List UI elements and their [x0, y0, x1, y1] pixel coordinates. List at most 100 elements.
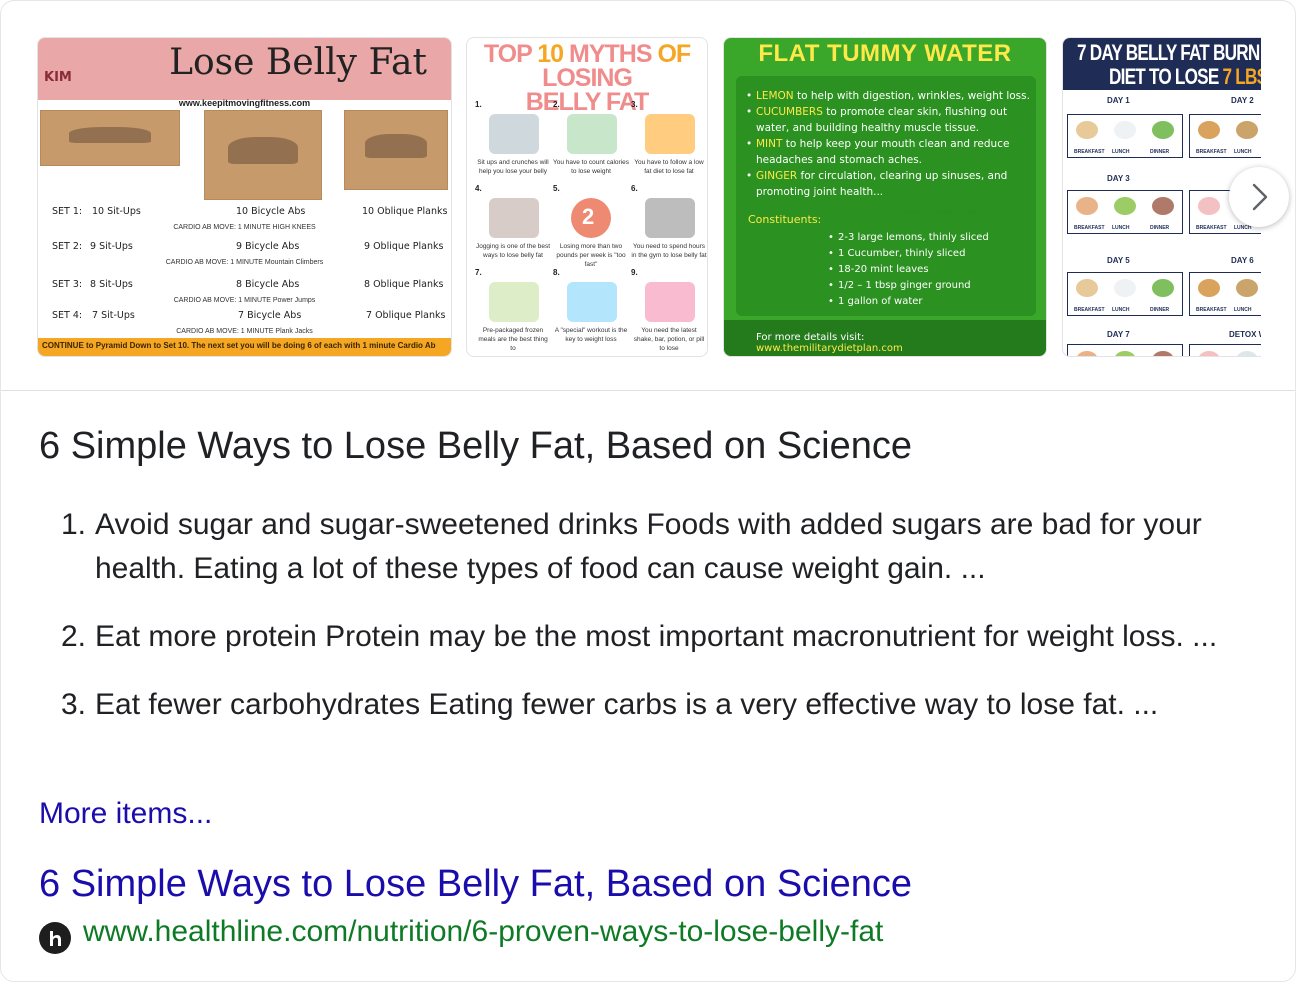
carousel-image-flat-tummy-water[interactable]: FLAT TUMMY WATER LEMON to help with dige…: [723, 37, 1047, 357]
food-icon: [1198, 279, 1220, 297]
meal-box: BREAKFASTLUNCHDINNER: [1067, 272, 1183, 316]
more-items-link[interactable]: More items...: [39, 797, 212, 831]
benefit-item: MINT to help keep your mouth clean and r…: [746, 136, 1036, 168]
myth-number: 8.: [553, 268, 560, 277]
meal-label: LUNCH: [1234, 149, 1252, 155]
cardio-move: CARDIO AB MOVE: 1 MINUTE Mountain Climbe…: [165, 259, 324, 266]
day-label: DAY 5: [1107, 256, 1130, 265]
kim-logo: KIM: [44, 70, 72, 85]
myth-caption: Pre-packaged frozen meals are the best t…: [478, 327, 548, 352]
food-icon: [1076, 279, 1098, 297]
myth-number: 2.: [553, 100, 560, 109]
meal-label: LUNCH: [1112, 149, 1130, 155]
meal-box: BREAKFASTLUNCHDINNER: [1067, 114, 1183, 158]
carousel-next-button[interactable]: [1229, 167, 1289, 227]
food-icon: [1152, 351, 1174, 356]
day-label: DAY 3: [1107, 174, 1130, 183]
myth-caption: Jogging is one of the best ways to lose …: [475, 243, 551, 259]
food-icon: [1152, 279, 1174, 297]
myth-caption: You have to count calories to lose weigh…: [553, 159, 630, 175]
meal-label: BREAKFAST: [1196, 149, 1227, 155]
myth-number: 6.: [631, 184, 638, 193]
bicycle-photo: [204, 110, 322, 200]
myth-picture: 2: [571, 198, 611, 238]
benefit-item: GINGER for circulation, clearing up sinu…: [746, 168, 1036, 200]
myth-caption: You need the latest shake, bar, potion, …: [633, 327, 705, 352]
situp-photo: [40, 110, 180, 166]
ingredient-item: 1/2 – 1 tbsp ginger ground: [828, 278, 989, 294]
food-icon: [1076, 197, 1098, 215]
healthline-favicon-icon: [39, 922, 71, 954]
meal-label: BREAKFAST: [1074, 149, 1105, 155]
more-details: For more details visit: www.themilitaryd…: [724, 320, 1046, 356]
myth-picture: [645, 282, 695, 322]
myth-picture: [567, 282, 617, 322]
meal-label: LUNCH: [1112, 225, 1130, 231]
myth-cell: 2. You have to count calories to lose wei…: [553, 100, 629, 196]
food-icon: [1198, 351, 1220, 356]
food-icon: [1236, 279, 1258, 297]
carousel-image-lose-belly-fat[interactable]: KIM Lose Belly Fat www.keepitmovingfitne…: [37, 37, 452, 357]
day-label: DAY 1: [1107, 96, 1130, 105]
meal-label: LUNCH: [1234, 225, 1252, 231]
cardio-move: CARDIO AB MOVE: 1 MINUTE Plank Jacks: [176, 328, 313, 335]
featured-snippet-card: KIM Lose Belly Fat www.keepitmovingfitne…: [0, 0, 1296, 982]
myth-number: 7.: [475, 268, 482, 277]
myth-picture: [567, 114, 617, 154]
food-icon: [1114, 197, 1136, 215]
myth-picture: [645, 198, 695, 238]
food-icon: [1076, 351, 1098, 356]
day-label: DETOX WATER: [1229, 330, 1261, 339]
image-title: 7 DAY BELLY FAT BURN: [1077, 40, 1260, 65]
day-label: DAY 2: [1231, 96, 1254, 105]
image-footer: CONTINUE to Pyramid Down to Set 10. The …: [38, 338, 451, 356]
myth-picture: [489, 114, 539, 154]
image-url-text: www.keepitmovingfitness.com: [178, 98, 311, 108]
myth-picture: [489, 282, 539, 322]
result-url[interactable]: www.healthline.com/nutrition/6-proven-wa…: [83, 915, 883, 949]
food-icon: [1076, 121, 1098, 139]
meal-box: BREAKFASTLUNCHDINNER: [1189, 344, 1261, 356]
image-subtitle: DIET TO LOSE 7 LBS: [1109, 64, 1261, 89]
myth-cell: 8. A "special" workout is the key to weig…: [553, 268, 629, 356]
myth-cell: 5. 2 Losing more than two pounds per week …: [553, 184, 629, 280]
ingredient-item: 2-3 large lemons, thinly sliced: [828, 230, 989, 246]
myth-cell: 6. You need to spend hours in the gym to …: [631, 184, 707, 280]
weight-badge: 2: [582, 204, 595, 229]
meal-label: LUNCH: [1234, 307, 1252, 313]
meal-box: BREAKFASTLUNCHDINNER: [1189, 114, 1261, 158]
ingredient-list: 2-3 large lemons, thinly sliced1 Cucumbe…: [828, 230, 989, 310]
meal-box: BREAKFASTLUNCHDINNER: [1067, 344, 1183, 356]
meal-label: BREAKFAST: [1196, 307, 1227, 313]
result-title-link[interactable]: 6 Simple Ways to Lose Belly Fat, Based o…: [39, 863, 912, 906]
myth-caption: Sit ups and crunches will help you lose …: [477, 159, 549, 175]
myth-picture: [645, 114, 695, 154]
myth-cell: 7. Pre-packaged frozen meals are the best…: [475, 268, 551, 356]
day-label: DAY 6: [1231, 256, 1254, 265]
food-icon: [1114, 121, 1136, 139]
list-item: 1. Avoid sugar and sugar-sweetened drinks…: [61, 508, 1202, 585]
myth-number: 5.: [553, 184, 560, 193]
benefit-item: CUCUMBERS to promote clear skin, flushin…: [746, 104, 1036, 136]
meal-label: LUNCH: [1112, 307, 1130, 313]
meal-label: DINNER: [1150, 225, 1170, 231]
constituents-label: Constituents:: [748, 213, 822, 226]
myth-picture: [489, 198, 539, 238]
food-icon: [1236, 121, 1258, 139]
myth-cell: 9. You need the latest shake, bar, potion…: [631, 268, 707, 356]
benefit-item: LEMON to help with digestion, wrinkles, …: [746, 88, 1036, 104]
image-title: FLAT TUMMY WATER: [758, 40, 1012, 67]
image-title: Lose Belly Fat: [169, 42, 427, 83]
snippet-headline: 6 Simple Ways to Lose Belly Fat, Based o…: [39, 425, 913, 467]
food-icon: [1152, 121, 1174, 139]
carousel-image-myths[interactable]: TOP 10 MYTHS OF LOSING BELLY FAT 1. Sit u…: [466, 37, 708, 357]
meal-box: BREAKFAST LUNCH DINNER: [1067, 190, 1183, 234]
meal-box: BREAKFASTLUNCHDINNER: [1189, 272, 1261, 316]
list-item: 2. Eat more protein Protein may be the mo…: [61, 620, 1218, 653]
food-icon: [1198, 197, 1220, 215]
divider: [1, 390, 1295, 391]
meal-label: BREAKFAST: [1074, 307, 1105, 313]
cardio-move: CARDIO AB MOVE: 1 MINUTE Power Jumps: [173, 297, 316, 304]
meal-label: BREAKFAST: [1074, 225, 1105, 231]
benefit-list: LEMON to help with digestion, wrinkles, …: [746, 88, 1036, 200]
